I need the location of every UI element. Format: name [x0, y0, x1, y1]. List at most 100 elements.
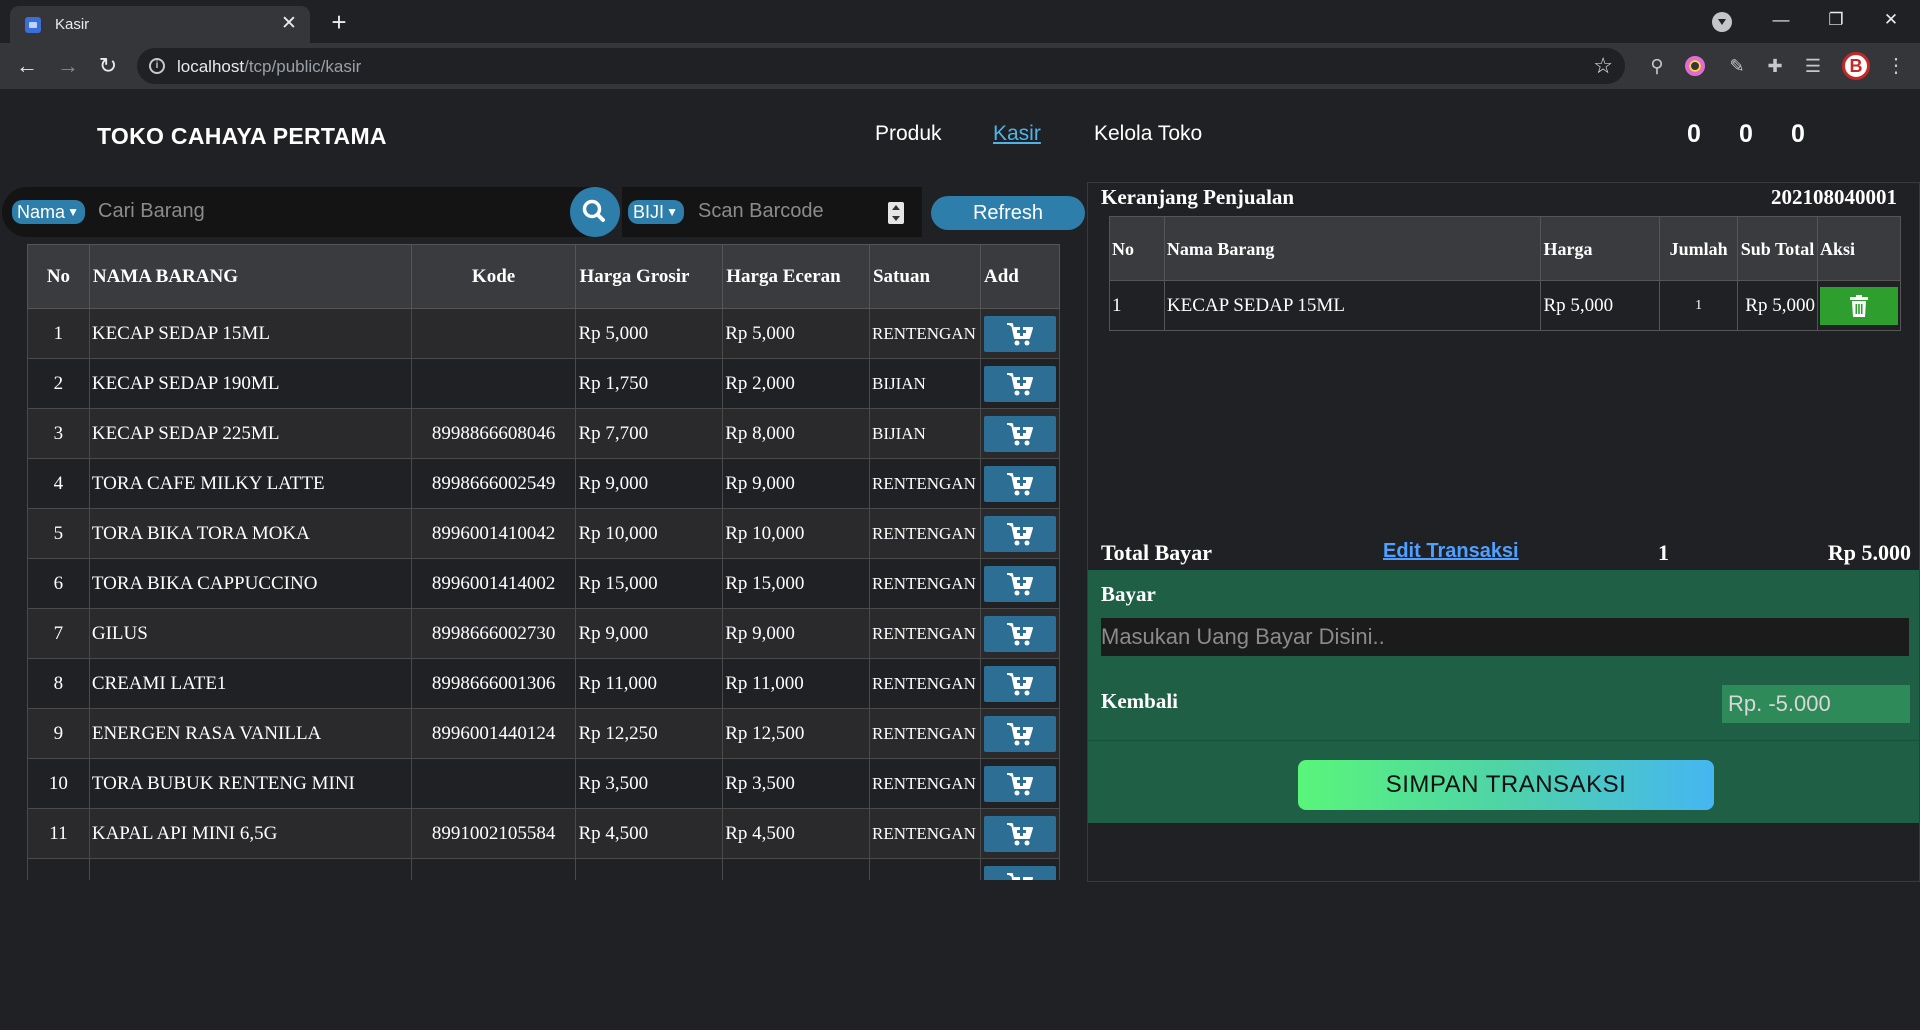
- row-satuan: RENTENGAN: [868, 508, 981, 559]
- browser-toolbar: ← → ↻ i localhost/tcp/public/kasir ☆ ⚲ ✎…: [0, 43, 1920, 89]
- menu-kebab-icon[interactable]: ⋮: [1883, 53, 1909, 79]
- site-info-icon[interactable]: i: [149, 58, 165, 74]
- add-to-cart-button[interactable]: [983, 715, 1056, 752]
- back-icon[interactable]: ←: [12, 51, 42, 81]
- col-harga-eceran: Harga Eceran: [722, 244, 870, 309]
- address-bar[interactable]: i localhost/tcp/public/kasir ☆: [137, 48, 1625, 84]
- pen-extension-icon[interactable]: ✎: [1724, 53, 1750, 79]
- row-harga-eceran: Rp 2,000: [722, 358, 870, 409]
- col-no: No: [27, 244, 90, 309]
- cart-row-no: 1: [1109, 280, 1165, 331]
- row-add-cell: [979, 508, 1060, 559]
- tab-search-icon[interactable]: [1712, 12, 1732, 32]
- counter-3: 0: [1791, 120, 1805, 148]
- location-icon[interactable]: ⚲: [1644, 53, 1670, 79]
- search-input[interactable]: Cari Barang: [98, 200, 205, 223]
- reload-icon[interactable]: ↻: [93, 51, 123, 81]
- cart-table: No Nama Barang Harga Jumlah Sub Total Ak…: [1109, 216, 1902, 331]
- trash-icon: [1849, 294, 1868, 317]
- payment-section: Bayar Masukan Uang Bayar Disini.. Kembal…: [1088, 570, 1919, 823]
- row-harga-grosir: Rp 10,000: [575, 508, 724, 559]
- cart-row: 1 KECAP SEDAP 15ML Rp 5,000 1 Rp 5,000: [1109, 280, 1902, 331]
- row-code: [410, 358, 577, 409]
- barcode-input[interactable]: Scan Barcode: [698, 200, 824, 223]
- add-to-cart-icon: [1006, 322, 1033, 345]
- color-picker-extension-icon[interactable]: [1682, 53, 1708, 79]
- add-to-cart-button[interactable]: [983, 565, 1056, 602]
- add-to-cart-button[interactable]: [983, 665, 1056, 702]
- search-button[interactable]: [570, 187, 620, 237]
- delete-item-button[interactable]: [1819, 286, 1898, 325]
- profile-avatar[interactable]: B: [1842, 52, 1870, 80]
- nav-kelola-toko[interactable]: Kelola Toko: [1094, 122, 1202, 146]
- row-code: 8998666002549: [410, 458, 577, 509]
- row-add-cell: [979, 358, 1060, 409]
- add-to-cart-icon: [1006, 672, 1033, 695]
- product-table-body: 1 KECAP SEDAP 15ML Rp 5,000 Rp 5,000 RENTENG…: [27, 308, 1060, 880]
- table-row: 8 CREAMI LATE1 8998666001306 Rp 11,000 Rp 11…: [27, 658, 1060, 709]
- row-name: TORA CAFE MILKY LATTE: [88, 458, 412, 509]
- forward-icon[interactable]: →: [53, 51, 83, 81]
- change-label: Kembali: [1101, 689, 1178, 713]
- tab-title: Kasir: [55, 16, 90, 33]
- add-to-cart-button[interactable]: [983, 315, 1056, 352]
- add-to-cart-button[interactable]: [983, 815, 1056, 852]
- favicon-icon: [25, 17, 41, 33]
- refresh-button[interactable]: Refresh: [931, 196, 1085, 230]
- row-harga-grosir: Rp 3,500: [575, 758, 724, 809]
- window-close-button[interactable]: ✕: [1875, 6, 1907, 34]
- cart-col-nama-barang: Nama Barang: [1163, 216, 1542, 281]
- restore-button[interactable]: ❐: [1820, 6, 1852, 34]
- col-kode: Kode: [410, 244, 577, 309]
- chevron-down-icon: ▼: [67, 205, 80, 219]
- row-harga-eceran: Rp 10,000: [722, 508, 870, 559]
- nav-produk[interactable]: Produk: [875, 122, 942, 146]
- add-to-cart-button[interactable]: [983, 615, 1056, 652]
- row-satuan: RENTENGAN: [868, 758, 981, 809]
- add-to-cart-button[interactable]: [983, 365, 1056, 402]
- reading-list-icon[interactable]: ☰: [1800, 53, 1826, 79]
- row-harga-eceran: Rp 4,500: [722, 808, 870, 859]
- row-add-cell: [979, 758, 1060, 809]
- bookmark-star-icon[interactable]: ☆: [1593, 53, 1613, 79]
- row-harga-grosir: Rp 9,000: [575, 608, 724, 659]
- close-tab-icon[interactable]: ✕: [278, 13, 300, 35]
- table-row: 4 TORA CAFE MILKY LATTE 8998666002549 Rp 9,…: [27, 458, 1060, 509]
- row-add-cell: [979, 308, 1060, 359]
- add-to-cart-icon: [1006, 522, 1033, 545]
- row-no: 11: [27, 808, 90, 859]
- add-to-cart-button[interactable]: [983, 415, 1056, 452]
- minimize-button[interactable]: —: [1765, 6, 1797, 34]
- extensions-puzzle-icon[interactable]: ✚: [1762, 53, 1788, 79]
- counter-1: 0: [1687, 120, 1701, 148]
- add-to-cart-button[interactable]: [983, 465, 1056, 502]
- row-harga-grosir: Rp 4,500: [575, 808, 724, 859]
- row-no: 4: [27, 458, 90, 509]
- row-satuan: RENTENGAN: [868, 558, 981, 609]
- search-filter-select[interactable]: Nama ▼: [12, 200, 86, 224]
- product-table-wrapper[interactable]: No NAMA BARANG Kode Harga Grosir Harga E…: [27, 244, 1060, 880]
- add-to-cart-button[interactable]: [983, 865, 1056, 880]
- nav-kasir[interactable]: Kasir: [993, 122, 1041, 146]
- row-harga-grosir: Rp 5,000: [575, 308, 724, 359]
- add-to-cart-button[interactable]: [983, 515, 1056, 552]
- row-code: 8991002105584: [410, 808, 577, 859]
- cart-row-action: [1816, 280, 1902, 331]
- row-name: ENERGEN RASA VANILLA: [88, 708, 412, 759]
- new-tab-button[interactable]: +: [325, 8, 353, 36]
- row-code: 8998666001306: [410, 658, 577, 709]
- row-no: 6: [27, 558, 90, 609]
- unit-select[interactable]: BIJI ▼: [628, 200, 685, 224]
- table-row: 7 GILUS 8998666002730 Rp 9,000 Rp 9,000 RENTE…: [27, 608, 1060, 659]
- number-spinner[interactable]: [888, 202, 904, 224]
- cart-table-header: No Nama Barang Harga Jumlah Sub Total Ak…: [1109, 216, 1902, 281]
- save-transaction-button[interactable]: SIMPAN TRANSAKSI: [1298, 760, 1714, 810]
- row-name: CREAMI LATE1: [88, 658, 412, 709]
- cart-col-jumlah: Jumlah: [1659, 216, 1739, 281]
- cart-table-body: 1 KECAP SEDAP 15ML Rp 5,000 1 Rp 5,000: [1109, 280, 1902, 331]
- edit-transaction-link[interactable]: Edit Transaksi: [1383, 540, 1519, 563]
- browser-tab[interactable]: Kasir ✕: [10, 6, 310, 43]
- pay-amount-input[interactable]: Masukan Uang Bayar Disini..: [1101, 618, 1909, 656]
- add-to-cart-button[interactable]: [983, 765, 1056, 802]
- row-add-cell: [979, 458, 1060, 509]
